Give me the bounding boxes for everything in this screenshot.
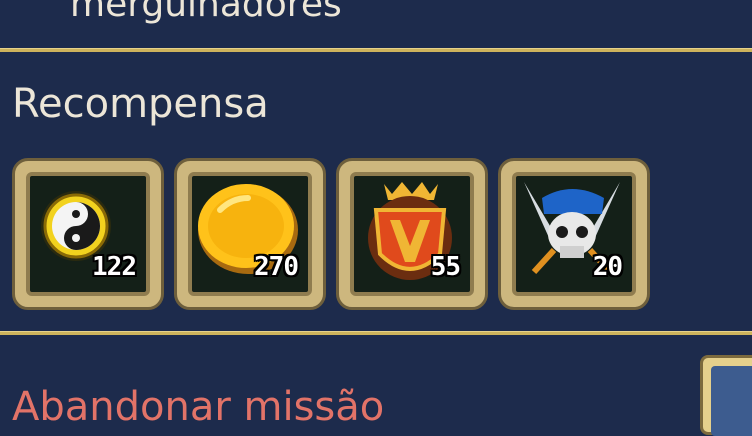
- abandon-mission-button[interactable]: Abandonar missão: [12, 384, 384, 430]
- reward-slot-yin-yang[interactable]: 122: [12, 158, 164, 310]
- reward-slot-gold-coin[interactable]: 270: [174, 158, 326, 310]
- section-divider: [0, 331, 752, 335]
- previous-text-line: mergulhadores: [70, 0, 342, 25]
- section-divider: [0, 48, 752, 52]
- reward-slot-crest[interactable]: 55: [336, 158, 488, 310]
- reward-count: 270: [254, 252, 299, 282]
- side-button-icon: [711, 366, 752, 436]
- rewards-title: Recompensa: [12, 81, 269, 127]
- reward-count: 20: [592, 252, 623, 282]
- side-action-button[interactable]: [700, 355, 752, 436]
- reward-count: 122: [92, 252, 137, 282]
- reward-slot-pirate[interactable]: 20: [498, 158, 650, 310]
- reward-count: 55: [430, 252, 461, 282]
